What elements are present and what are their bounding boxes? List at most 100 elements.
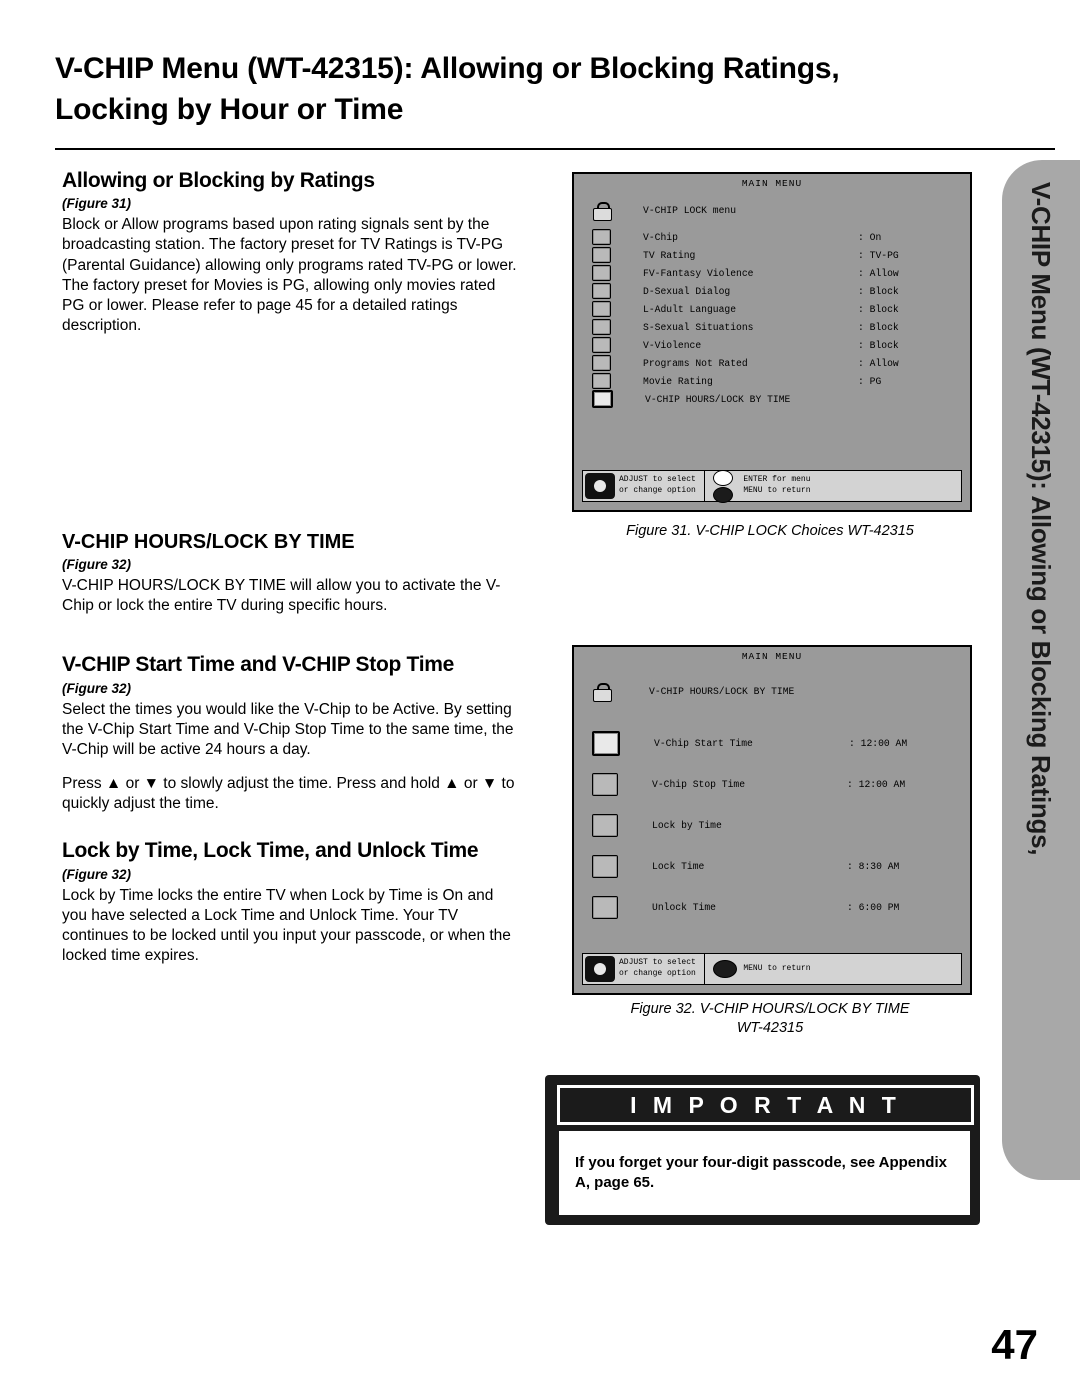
menu-row-value: : Allow	[858, 267, 899, 279]
enter-button-icon[interactable]	[713, 469, 734, 486]
figure-32-caption-line1: Figure 32. V-CHIP HOURS/LOCK BY TIME	[630, 1001, 910, 1017]
menu-row-label: L-Adult Language	[643, 303, 737, 315]
section-body-lock-by-time: Lock by Time locks the entire TV when Lo…	[62, 886, 511, 964]
menu-footer-31: ADJUST to select or change option ENTER …	[582, 469, 962, 503]
page-title: V-CHIP Menu (WT-42315): Allowing or Bloc…	[55, 48, 955, 130]
important-banner-text: I M P O R T A N T	[630, 1091, 901, 1118]
figure-32-caption-line2: WT-42315	[736, 1019, 804, 1036]
left-text-column: Allowing or Blocking by Ratings (Figure …	[62, 168, 517, 980]
checkbox-icon[interactable]	[592, 773, 618, 796]
figure-ref-32c: (Figure 32)	[62, 866, 132, 882]
side-tab: V-CHIP Menu (WT-42315): Allowing or Bloc…	[1002, 160, 1080, 1180]
menu-row-label: D-Sexual Dialog	[643, 285, 731, 297]
menu-header-label-32: V-CHIP HOURS/LOCK BY TIME	[649, 686, 795, 697]
menu-row-value: : TV-PG	[858, 249, 899, 261]
joystick-icon	[585, 956, 615, 982]
section-heading-ratings: Allowing or Blocking by Ratings	[62, 169, 375, 192]
menu-rows-32: V-Chip Start Time : 12:00 AM V-Chip Stop…	[592, 723, 958, 928]
menu-row[interactable]: V-Chip: On	[592, 228, 956, 246]
menu-row[interactable]: V-Chip Stop Time : 12:00 AM	[592, 764, 958, 805]
checkbox-icon[interactable]	[592, 319, 611, 335]
checkbox-icon-selected[interactable]	[592, 390, 613, 408]
tv-menu-hours-lock: MAIN MENU V-CHIP HOURS/LOCK BY TIME V-Ch…	[572, 645, 972, 995]
document-page: V-CHIP Menu (WT-42315): Allowing or Bloc…	[0, 0, 1080, 1397]
checkbox-icon[interactable]	[592, 355, 611, 371]
side-tab-text: V-CHIP Menu (WT-42315): Allowing or Bloc…	[1026, 182, 1057, 856]
menu-row-label: V-CHIP HOURS/LOCK BY TIME	[645, 393, 791, 405]
menu-row[interactable]: Movie Rating: PG	[592, 372, 956, 390]
menu-title-31: MAIN MENU	[741, 178, 803, 189]
footer-divider	[703, 471, 706, 501]
menu-row-value: : 6:00 PM	[847, 902, 900, 913]
footer-hint-left-line1: ADJUST to select	[619, 475, 696, 485]
checkbox-icon[interactable]	[592, 814, 618, 837]
footer-hint-right-32: MENU to return	[743, 963, 811, 973]
menu-row[interactable]: Lock by Time	[592, 805, 958, 846]
menu-row[interactable]: FV-Fantasy Violence: Allow	[592, 264, 956, 282]
menu-row-value: : Block	[858, 303, 899, 315]
footer-hint-right-31: ENTER for menu MENU to return	[743, 475, 810, 497]
checkbox-icon[interactable]	[592, 896, 618, 919]
menu-row[interactable]: TV Rating: TV-PG	[592, 246, 956, 264]
checkbox-icon[interactable]	[592, 283, 611, 299]
menu-row-value: : PG	[858, 375, 882, 387]
menu-button-icon[interactable]	[713, 960, 738, 978]
menu-row-label: Lock Time	[652, 861, 705, 872]
checkbox-icon[interactable]	[592, 265, 611, 281]
section-body-ratings: Block or Allow programs based upon ratin…	[62, 216, 517, 334]
figure-ref-32a: (Figure 32)	[62, 557, 132, 573]
section-body-hours-lock: V-CHIP HOURS/LOCK BY TIME will allow you…	[62, 577, 501, 615]
menu-row-selected[interactable]: V-Chip Start Time : 12:00 AM	[592, 723, 958, 764]
section-heading-start-stop: V-CHIP Start Time and V-CHIP Stop Time	[62, 653, 454, 677]
checkbox-icon[interactable]	[592, 247, 611, 263]
lock-icon	[592, 202, 612, 221]
menu-row[interactable]: Unlock Time : 6:00 PM	[592, 887, 958, 928]
menu-row[interactable]: D-Sexual Dialog : Block	[592, 282, 956, 300]
checkbox-icon[interactable]	[592, 229, 611, 245]
page-number: 47	[991, 1321, 1038, 1368]
menu-header-32: V-CHIP HOURS/LOCK BY TIME	[592, 683, 795, 702]
figure-31: MAIN MENU V-CHIP LOCK menu V-Chip: On TV…	[572, 172, 972, 512]
menu-row-label: Lock by Time	[652, 820, 722, 831]
menu-row-value: : Block	[858, 285, 899, 297]
menu-row-value: : 12:00 AM	[847, 779, 906, 790]
menu-row-label: V-Chip Stop Time	[652, 779, 746, 790]
figure-31-caption: Figure 31. V-CHIP LOCK Choices WT-42315	[626, 523, 914, 539]
footer-hint-right-line2: MENU to return	[743, 486, 811, 495]
important-body: If you forget your four-digit passcode, …	[557, 1129, 972, 1217]
footer-divider	[703, 954, 706, 984]
menu-row-value: : Allow	[858, 357, 899, 369]
menu-row[interactable]: Programs Not Rated : Allow	[592, 354, 956, 372]
menu-row[interactable]: S-Sexual Situations: Block	[592, 318, 956, 336]
menu-row-label: V-Violence	[643, 339, 702, 351]
checkbox-icon[interactable]	[592, 337, 611, 353]
menu-row[interactable]: V-Violence: Block	[592, 336, 956, 354]
checkbox-icon[interactable]	[592, 855, 618, 878]
joystick-icon	[585, 473, 615, 499]
menu-row-label: Programs Not Rated	[643, 357, 748, 369]
menu-footer-32: ADJUST to select or change option MENU t…	[582, 953, 962, 985]
figure-32: MAIN MENU V-CHIP HOURS/LOCK BY TIME V-Ch…	[572, 645, 972, 995]
tv-menu-vchip-lock: MAIN MENU V-CHIP LOCK menu V-Chip: On TV…	[572, 172, 972, 512]
menu-row-selected[interactable]: V-CHIP HOURS/LOCK BY TIME	[592, 390, 956, 408]
menu-button-icon[interactable]	[713, 486, 734, 503]
menu-row-value: : 12:00 AM	[849, 738, 908, 749]
section-heading-lock-by-time: Lock by Time, Lock Time, and Unlock Time	[62, 839, 479, 863]
section-body-start-stop-2: Press ▲ or ▼ to slowly adjust the time. …	[62, 775, 515, 813]
menu-header-31: V-CHIP LOCK menu	[592, 202, 736, 221]
checkbox-icon[interactable]	[592, 301, 611, 317]
footer-hint-right-line1: ENTER for menu	[743, 475, 811, 485]
figure-32-caption: Figure 32. V-CHIP HOURS/LOCK BY TIME WT-…	[560, 1000, 980, 1038]
important-banner: I M P O R T A N T	[557, 1085, 974, 1125]
menu-row[interactable]: Lock Time : 8:30 AM	[592, 846, 958, 887]
footer-hint-left-31: ADJUST to select or change option	[619, 475, 696, 497]
checkbox-icon-selected[interactable]	[592, 731, 620, 756]
footer-hint-left-32: ADJUST to select or change option	[619, 958, 696, 980]
footer-hint-left-line1: ADJUST to select	[619, 958, 696, 968]
important-callout: I M P O R T A N T If you forget your fou…	[545, 1075, 980, 1225]
lock-icon	[592, 683, 612, 702]
menu-row[interactable]: L-Adult Language : Block	[592, 300, 956, 318]
checkbox-icon[interactable]	[592, 373, 611, 389]
menu-row-label: V-Chip Start Time	[654, 738, 753, 749]
menu-row-value: : Block	[858, 321, 899, 333]
